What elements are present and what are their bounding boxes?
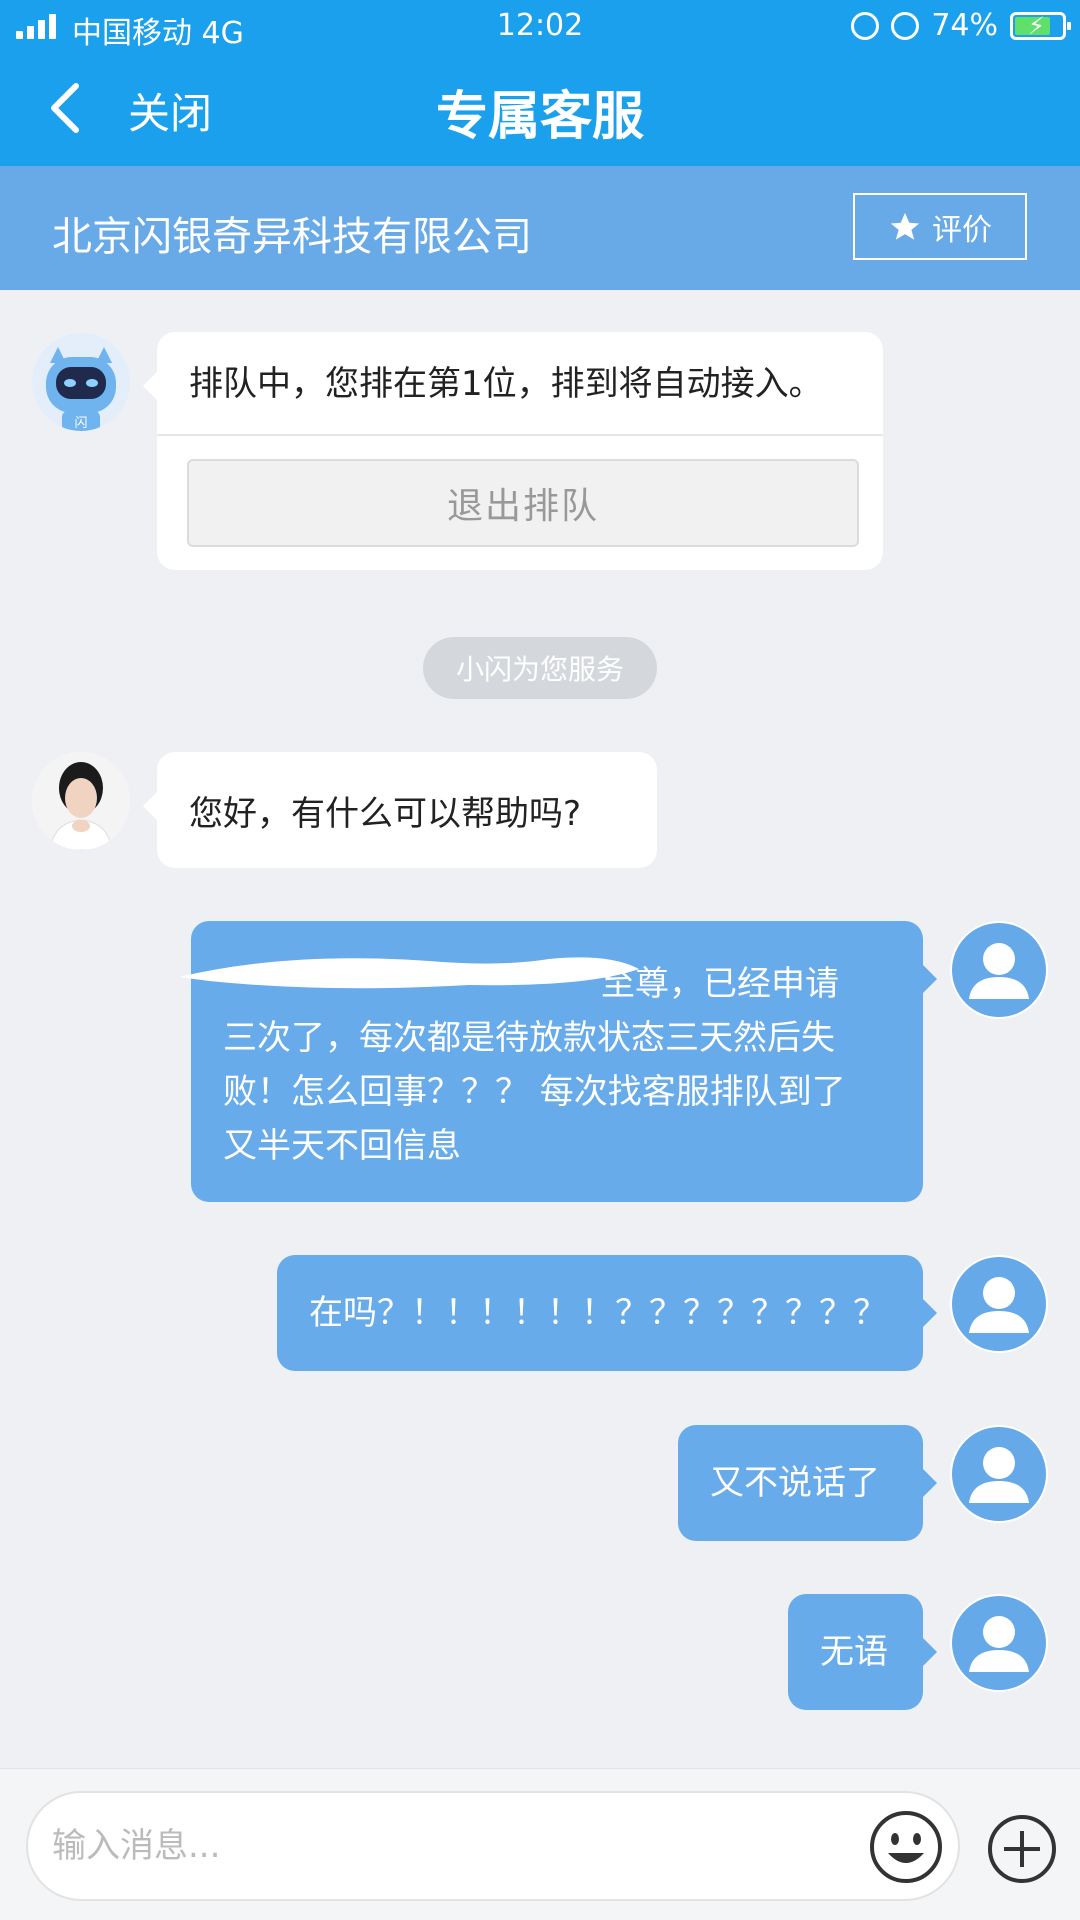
user-avatar: [950, 921, 1048, 1019]
queue-card: 排队中，您排在第1位，排到将自动接入。 退出排队: [143, 332, 883, 570]
queue-status-text: 排队中，您排在第1位，排到将自动接入。: [189, 364, 823, 404]
message-input[interactable]: 输入消息...: [26, 1791, 960, 1901]
page-title: 专属客服: [435, 87, 644, 147]
user-message-line: 在吗？！！！！！！？？？？？？？？: [309, 1293, 887, 1333]
status-bar: 中国移动 4G 12:02 74% ⚡: [0, 0, 1080, 51]
company-bar: 北京闪银奇异科技有限公司 评价: [0, 166, 1080, 290]
divider: [157, 434, 883, 436]
agent-avatar: [32, 752, 130, 850]
emoji-icon[interactable]: [868, 1809, 944, 1885]
plus-icon[interactable]: [986, 1813, 1058, 1885]
bot-avatar: 闪: [32, 333, 130, 431]
user-message-bubble: 无语: [788, 1594, 937, 1710]
rate-button-label: 评价: [932, 212, 992, 248]
user-message-line: 又不说话了: [710, 1463, 880, 1503]
input-bar: 输入消息...: [0, 1768, 1080, 1920]
user-message-bubble: 在吗？！！！！！！？？？？？？？？: [277, 1255, 937, 1371]
user-message-line: 三次了，每次都是待放款状态三天然后失: [223, 1018, 835, 1058]
star-icon: [890, 212, 920, 240]
exit-queue-button[interactable]: 退出排队: [187, 459, 859, 547]
user-message-line: 败！怎么回事？？？ 每次找客服排队到了: [223, 1072, 846, 1112]
bot-badge-text: 闪: [74, 416, 87, 431]
user-avatar: [950, 1594, 1048, 1692]
alarm-icon: [851, 11, 880, 40]
user-message-bubble: 至尊，已经申请 三次了，每次都是待放款状态三天然后失 败！怎么回事？？？ 每次找…: [179, 921, 937, 1202]
battery-percent: 74%: [931, 8, 998, 43]
service-agent-tag: 小闪为您服务: [423, 637, 657, 699]
user-message-bubble: 又不说话了: [678, 1425, 937, 1541]
user-message-line: 又半天不回信息: [223, 1126, 461, 1166]
user-avatar: [950, 1425, 1048, 1523]
battery-icon: ⚡: [1010, 11, 1071, 40]
agent-message-text: 您好，有什么可以帮助吗?: [189, 794, 582, 834]
user-message-line: 无语: [820, 1632, 888, 1672]
nav-bar: 关闭 专属客服: [0, 50, 1080, 166]
orientation-lock-icon: [891, 11, 920, 40]
agent-message-bubble: 您好，有什么可以帮助吗?: [143, 752, 657, 868]
company-name: 北京闪银奇异科技有限公司: [52, 214, 532, 260]
rate-button[interactable]: 评价: [853, 193, 1027, 260]
user-avatar: [950, 1255, 1048, 1353]
user-message-line: 至尊，已经申请: [601, 964, 839, 1004]
